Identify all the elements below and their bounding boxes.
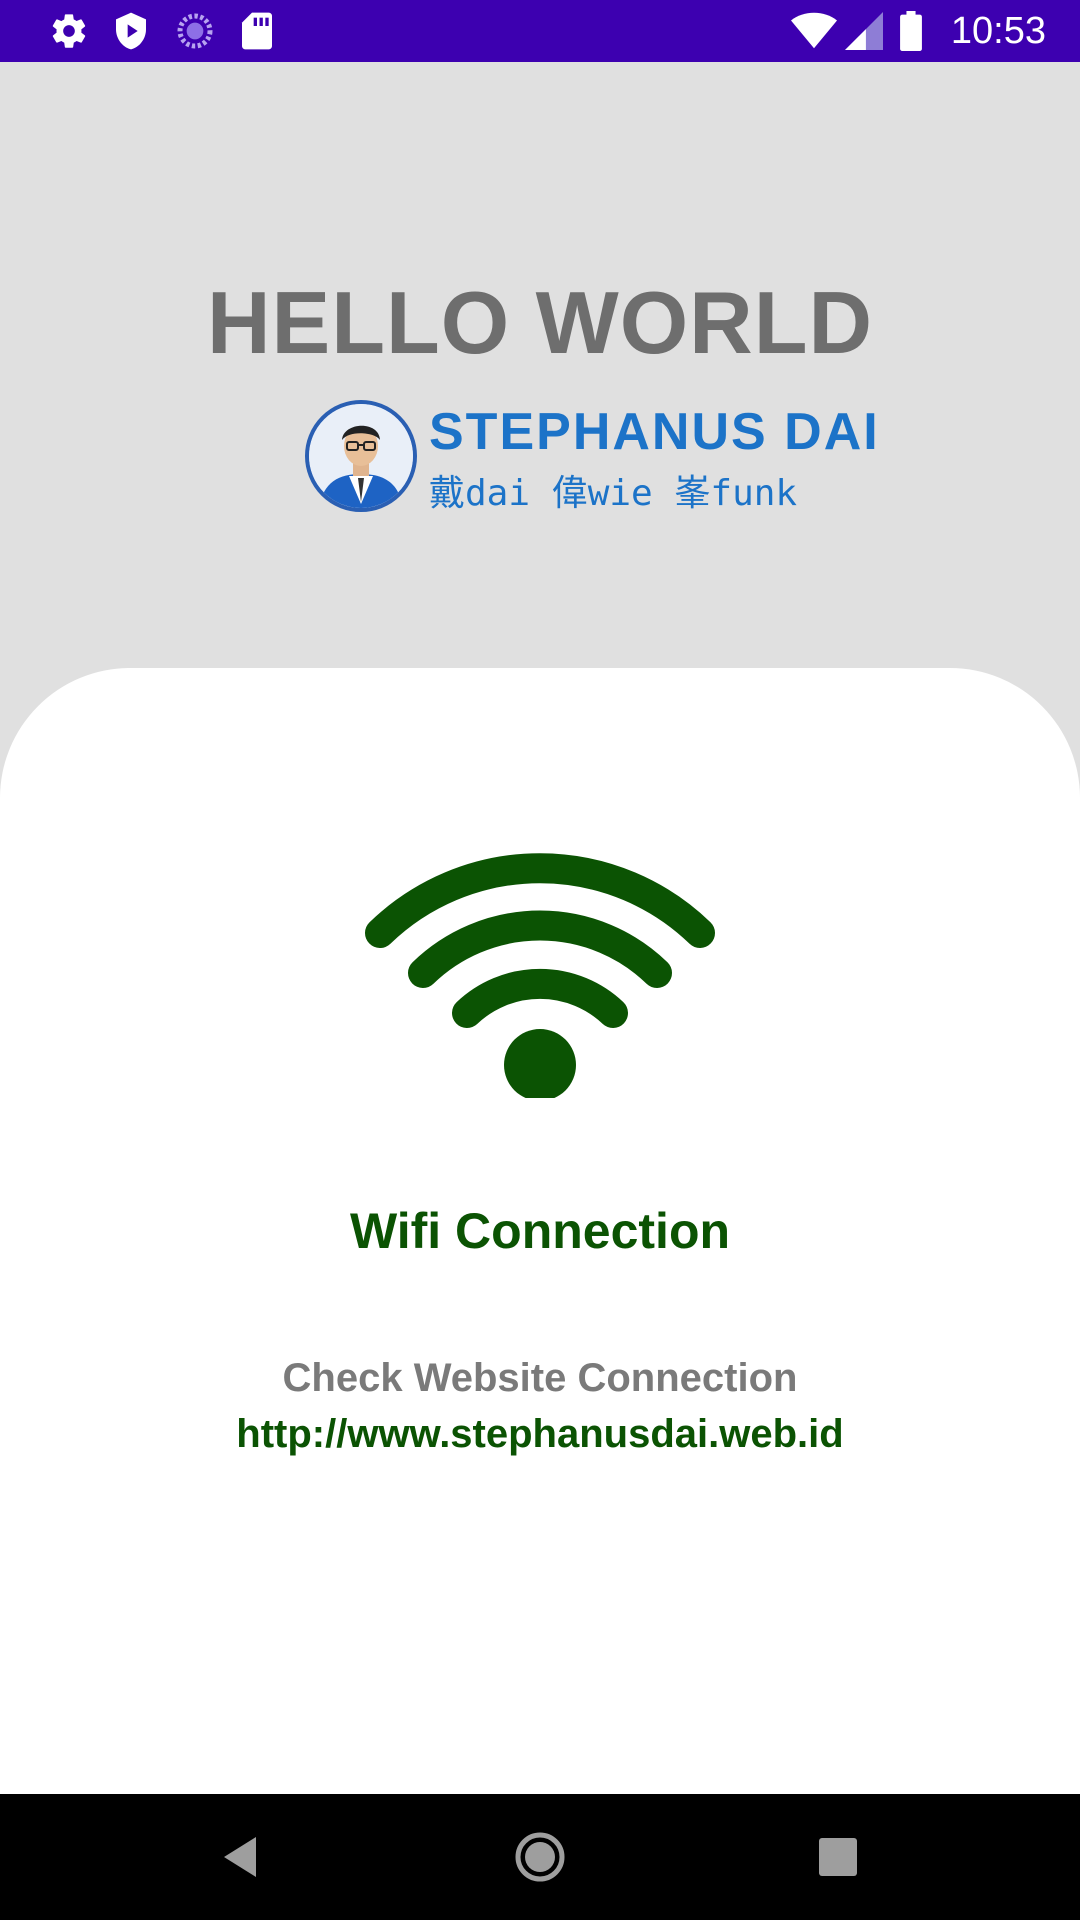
back-icon[interactable] <box>180 1794 300 1920</box>
status-bar: 10:53 <box>0 0 1080 62</box>
loading-circle-icon <box>172 0 218 62</box>
content-card: Wifi Connection Check Website Connection… <box>0 668 1080 1794</box>
home-icon[interactable] <box>480 1794 600 1920</box>
header: HELLO WORLD STEPHANUS DAI 戴dai 偉wie 峯fun… <box>0 62 1080 682</box>
status-time: 10:53 <box>950 10 1046 52</box>
wifi-title: Wifi Connection <box>349 1203 731 1259</box>
logo-name: STEPHANUS DAI <box>429 403 880 461</box>
battery-icon <box>896 0 926 62</box>
settings-icon <box>46 0 92 62</box>
cell-signal-icon <box>844 0 884 62</box>
sd-card-icon <box>234 0 280 62</box>
recents-icon[interactable] <box>778 1794 898 1920</box>
logo-subtitle: 戴dai 偉wie 峯funk <box>429 473 798 514</box>
check-website-label: Check Website Connection <box>282 1356 798 1400</box>
wifi-signal-icon <box>790 0 838 62</box>
page-title: HELLO WORLD <box>206 273 873 372</box>
wifi-icon <box>360 838 720 1101</box>
website-link[interactable]: http://www.stephanusdai.web.id <box>0 1412 1080 1457</box>
logo: STEPHANUS DAI 戴dai 偉wie 峯funk <box>305 400 878 520</box>
navigation-bar <box>0 1794 1080 1920</box>
shield-play-icon <box>108 0 154 62</box>
avatar <box>305 400 417 512</box>
